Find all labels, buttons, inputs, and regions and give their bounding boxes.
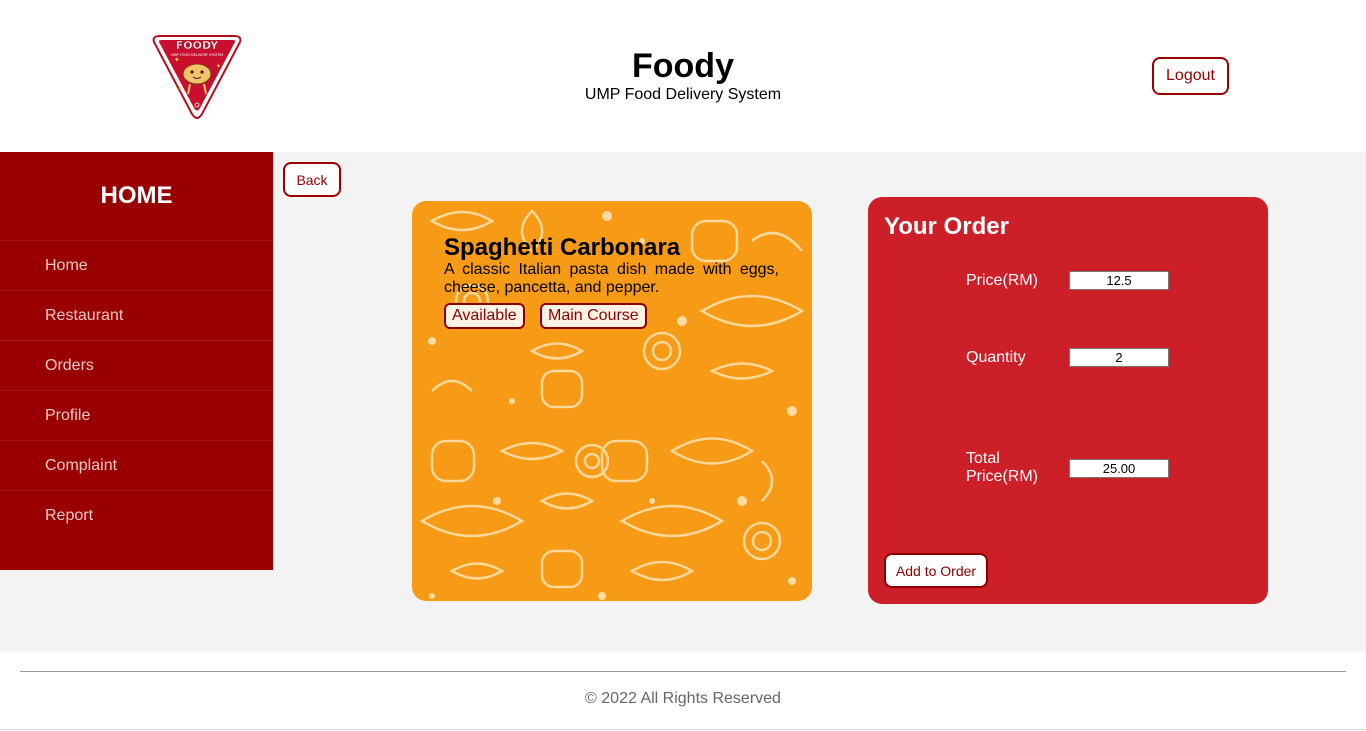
category-badge: Main Course	[540, 303, 647, 329]
footer-copyright: © 2022 All Rights Reserved	[585, 690, 781, 707]
sidebar-item-profile[interactable]: Profile	[0, 390, 273, 440]
food-name: Spaghetti Carbonara	[444, 234, 681, 261]
order-panel: Your Order Price(RM) Quantity Total Pric…	[868, 197, 1268, 604]
order-title: Your Order	[884, 213, 1009, 240]
sidebar-item-home[interactable]: Home	[0, 240, 273, 290]
quantity-label: Quantity	[966, 349, 1026, 366]
total-price-label: Total Price(RM)	[966, 450, 1038, 486]
footer-divider	[20, 671, 1346, 672]
sidebar-item-orders[interactable]: Orders	[0, 340, 273, 390]
total-label-line2: Price(RM)	[966, 468, 1038, 485]
sidebar-nav: Home Restaurant Orders Profile Complaint…	[0, 240, 273, 540]
total-label-line1: Total	[966, 450, 1000, 467]
total-price-field[interactable]	[1069, 459, 1169, 478]
quantity-field[interactable]	[1069, 348, 1169, 367]
sidebar-item-restaurant[interactable]: Restaurant	[0, 290, 273, 340]
food-card: Spaghetti Carbonara A classic Italian pa…	[412, 201, 812, 601]
back-button[interactable]: Back	[283, 162, 341, 197]
page-header: FOODY UMP FOOD DELIVERY SYSTEM ✦ ✦ ✦ Foo…	[0, 0, 1366, 152]
sidebar-title: HOME	[100, 182, 173, 209]
food-description: A classic Italian pasta dish made with e…	[444, 261, 779, 296]
sidebar-item-complaint[interactable]: Complaint	[0, 440, 273, 490]
price-field[interactable]	[1069, 271, 1169, 290]
footer-bottom-border	[0, 729, 1366, 730]
logout-button[interactable]: Logout	[1152, 57, 1229, 95]
price-label: Price(RM)	[966, 272, 1038, 289]
add-to-order-button[interactable]: Add to Order	[884, 553, 988, 588]
sidebar-item-report[interactable]: Report	[0, 490, 273, 540]
sidebar: HOME Home Restaurant Orders Profile Comp…	[0, 152, 273, 570]
availability-badge: Available	[444, 303, 525, 329]
